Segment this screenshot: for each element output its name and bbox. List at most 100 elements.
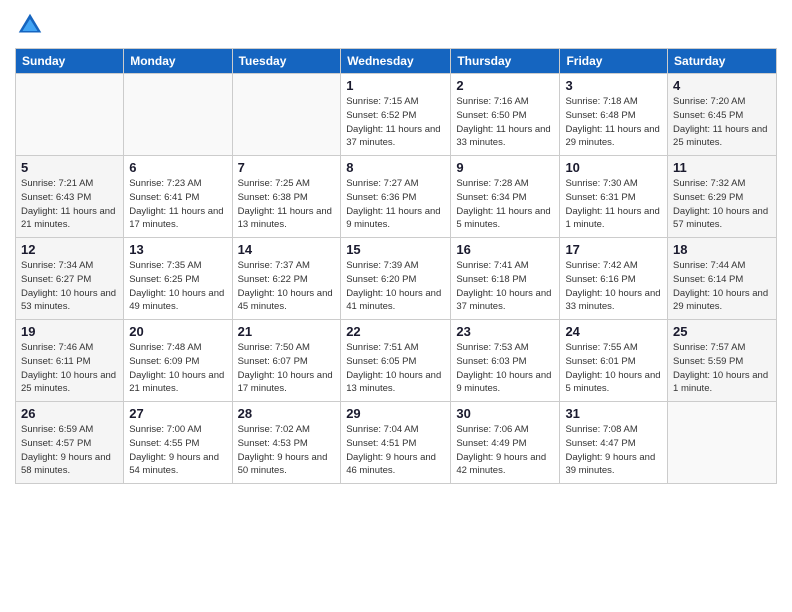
day-info: Sunrise: 7:57 AMSunset: 5:59 PMDaylight:… xyxy=(673,341,771,396)
day-info: Sunrise: 7:08 AMSunset: 4:47 PMDaylight:… xyxy=(565,423,662,478)
calendar-cell: 29 Sunrise: 7:04 AMSunset: 4:51 PMDayligh… xyxy=(341,402,451,484)
day-number: 27 xyxy=(129,406,226,421)
calendar-cell: 24 Sunrise: 7:55 AMSunset: 6:01 PMDayligh… xyxy=(560,320,668,402)
day-info: Sunrise: 7:20 AMSunset: 6:45 PMDaylight:… xyxy=(673,95,771,150)
calendar-week-row: 5Sunrise: 7:21 AMSunset: 6:43 PMDaylight… xyxy=(16,156,777,238)
calendar-cell: 27 Sunrise: 7:00 AMSunset: 4:55 PMDayligh… xyxy=(124,402,232,484)
weekday-header: Wednesday xyxy=(341,49,451,74)
day-info: Sunrise: 7:27 AMSunset: 6:36 PMDaylight:… xyxy=(346,177,445,232)
logo-icon xyxy=(15,10,45,40)
day-number: 8 xyxy=(346,160,445,175)
day-info: Sunrise: 7:37 AMSunset: 6:22 PMDaylight:… xyxy=(238,259,336,314)
calendar-cell: 12Sunrise: 7:34 AMSunset: 6:27 PMDayligh… xyxy=(16,238,124,320)
calendar-cell: 7 Sunrise: 7:25 AMSunset: 6:38 PMDaylight… xyxy=(232,156,341,238)
calendar-cell: 23Sunrise: 7:53 AMSunset: 6:03 PMDayligh… xyxy=(451,320,560,402)
calendar-cell: 31Sunrise: 7:08 AMSunset: 4:47 PMDayligh… xyxy=(560,402,668,484)
day-info: Sunrise: 7:48 AMSunset: 6:09 PMDaylight:… xyxy=(129,341,226,396)
day-number: 26 xyxy=(21,406,118,421)
day-number: 18 xyxy=(673,242,771,257)
day-number: 5 xyxy=(21,160,118,175)
calendar-cell: 1 Sunrise: 7:15 AMSunset: 6:52 PMDaylight… xyxy=(341,74,451,156)
day-number: 7 xyxy=(238,160,336,175)
day-number: 20 xyxy=(129,324,226,339)
day-number: 4 xyxy=(673,78,771,93)
calendar-cell xyxy=(232,74,341,156)
calendar-cell xyxy=(124,74,232,156)
day-number: 11 xyxy=(673,160,771,175)
day-number: 3 xyxy=(565,78,662,93)
weekday-header: Sunday xyxy=(16,49,124,74)
calendar-cell: 28Sunrise: 7:02 AMSunset: 4:53 PMDayligh… xyxy=(232,402,341,484)
day-info: Sunrise: 7:55 AMSunset: 6:01 PMDaylight:… xyxy=(565,341,662,396)
day-info: Sunrise: 7:18 AMSunset: 6:48 PMDaylight:… xyxy=(565,95,662,150)
day-number: 25 xyxy=(673,324,771,339)
weekday-header: Thursday xyxy=(451,49,560,74)
calendar-cell: 25 Sunrise: 7:57 AMSunset: 5:59 PMDayligh… xyxy=(668,320,777,402)
calendar-cell: 19 Sunrise: 7:46 AMSunset: 6:11 PMDayligh… xyxy=(16,320,124,402)
day-info: Sunrise: 7:00 AMSunset: 4:55 PMDaylight:… xyxy=(129,423,226,478)
day-number: 19 xyxy=(21,324,118,339)
calendar-cell: 3 Sunrise: 7:18 AMSunset: 6:48 PMDaylight… xyxy=(560,74,668,156)
day-info: Sunrise: 7:41 AMSunset: 6:18 PMDaylight:… xyxy=(456,259,554,314)
calendar-cell: 4 Sunrise: 7:20 AMSunset: 6:45 PMDaylight… xyxy=(668,74,777,156)
day-number: 15 xyxy=(346,242,445,257)
day-number: 1 xyxy=(346,78,445,93)
day-number: 16 xyxy=(456,242,554,257)
day-number: 17 xyxy=(565,242,662,257)
calendar-week-row: 19 Sunrise: 7:46 AMSunset: 6:11 PMDayligh… xyxy=(16,320,777,402)
calendar-cell: 17 Sunrise: 7:42 AMSunset: 6:16 PMDayligh… xyxy=(560,238,668,320)
calendar-cell: 10 Sunrise: 7:30 AMSunset: 6:31 PMDayligh… xyxy=(560,156,668,238)
day-info: Sunrise: 6:59 AMSunset: 4:57 PMDaylight:… xyxy=(21,423,118,478)
day-info: Sunrise: 7:04 AMSunset: 4:51 PMDaylight:… xyxy=(346,423,445,478)
day-info: Sunrise: 7:25 AMSunset: 6:38 PMDaylight:… xyxy=(238,177,336,232)
day-info: Sunrise: 7:46 AMSunset: 6:11 PMDaylight:… xyxy=(21,341,118,396)
day-info: Sunrise: 7:15 AMSunset: 6:52 PMDaylight:… xyxy=(346,95,445,150)
day-info: Sunrise: 7:44 AMSunset: 6:14 PMDaylight:… xyxy=(673,259,771,314)
calendar-cell: 6Sunrise: 7:23 AMSunset: 6:41 PMDaylight… xyxy=(124,156,232,238)
calendar-cell: 22 Sunrise: 7:51 AMSunset: 6:05 PMDayligh… xyxy=(341,320,451,402)
day-info: Sunrise: 7:06 AMSunset: 4:49 PMDaylight:… xyxy=(456,423,554,478)
calendar-week-row: 26 Sunrise: 6:59 AMSunset: 4:57 PMDayligh… xyxy=(16,402,777,484)
day-number: 30 xyxy=(456,406,554,421)
day-number: 6 xyxy=(129,160,226,175)
calendar-cell: 20 Sunrise: 7:48 AMSunset: 6:09 PMDayligh… xyxy=(124,320,232,402)
logo xyxy=(15,10,51,40)
calendar-cell: 16 Sunrise: 7:41 AMSunset: 6:18 PMDayligh… xyxy=(451,238,560,320)
calendar-cell: 15 Sunrise: 7:39 AMSunset: 6:20 PMDayligh… xyxy=(341,238,451,320)
calendar-cell: 2Sunrise: 7:16 AMSunset: 6:50 PMDaylight… xyxy=(451,74,560,156)
calendar-cell: 5Sunrise: 7:21 AMSunset: 6:43 PMDaylight… xyxy=(16,156,124,238)
day-info: Sunrise: 7:51 AMSunset: 6:05 PMDaylight:… xyxy=(346,341,445,396)
calendar-cell: 30 Sunrise: 7:06 AMSunset: 4:49 PMDayligh… xyxy=(451,402,560,484)
day-info: Sunrise: 7:42 AMSunset: 6:16 PMDaylight:… xyxy=(565,259,662,314)
weekday-header: Saturday xyxy=(668,49,777,74)
calendar-week-row: 1 Sunrise: 7:15 AMSunset: 6:52 PMDaylight… xyxy=(16,74,777,156)
calendar-cell: 8 Sunrise: 7:27 AMSunset: 6:36 PMDaylight… xyxy=(341,156,451,238)
day-info: Sunrise: 7:28 AMSunset: 6:34 PMDaylight:… xyxy=(456,177,554,232)
day-info: Sunrise: 7:35 AMSunset: 6:25 PMDaylight:… xyxy=(129,259,226,314)
calendar-cell: 13Sunrise: 7:35 AMSunset: 6:25 PMDayligh… xyxy=(124,238,232,320)
day-number: 24 xyxy=(565,324,662,339)
day-number: 14 xyxy=(238,242,336,257)
calendar-cell xyxy=(16,74,124,156)
calendar-cell: 9 Sunrise: 7:28 AMSunset: 6:34 PMDaylight… xyxy=(451,156,560,238)
day-number: 22 xyxy=(346,324,445,339)
calendar-cell: 18 Sunrise: 7:44 AMSunset: 6:14 PMDayligh… xyxy=(668,238,777,320)
weekday-header: Friday xyxy=(560,49,668,74)
day-info: Sunrise: 7:39 AMSunset: 6:20 PMDaylight:… xyxy=(346,259,445,314)
day-number: 21 xyxy=(238,324,336,339)
calendar-cell: 26 Sunrise: 6:59 AMSunset: 4:57 PMDayligh… xyxy=(16,402,124,484)
weekday-header: Tuesday xyxy=(232,49,341,74)
day-number: 12 xyxy=(21,242,118,257)
day-info: Sunrise: 7:30 AMSunset: 6:31 PMDaylight:… xyxy=(565,177,662,232)
day-number: 23 xyxy=(456,324,554,339)
calendar-cell: 21Sunrise: 7:50 AMSunset: 6:07 PMDayligh… xyxy=(232,320,341,402)
day-number: 28 xyxy=(238,406,336,421)
day-info: Sunrise: 7:16 AMSunset: 6:50 PMDaylight:… xyxy=(456,95,554,150)
day-number: 9 xyxy=(456,160,554,175)
weekday-header: Monday xyxy=(124,49,232,74)
day-info: Sunrise: 7:32 AMSunset: 6:29 PMDaylight:… xyxy=(673,177,771,232)
day-number: 10 xyxy=(565,160,662,175)
day-number: 29 xyxy=(346,406,445,421)
page: SundayMondayTuesdayWednesdayThursdayFrid… xyxy=(0,0,792,612)
calendar: SundayMondayTuesdayWednesdayThursdayFrid… xyxy=(15,48,777,484)
